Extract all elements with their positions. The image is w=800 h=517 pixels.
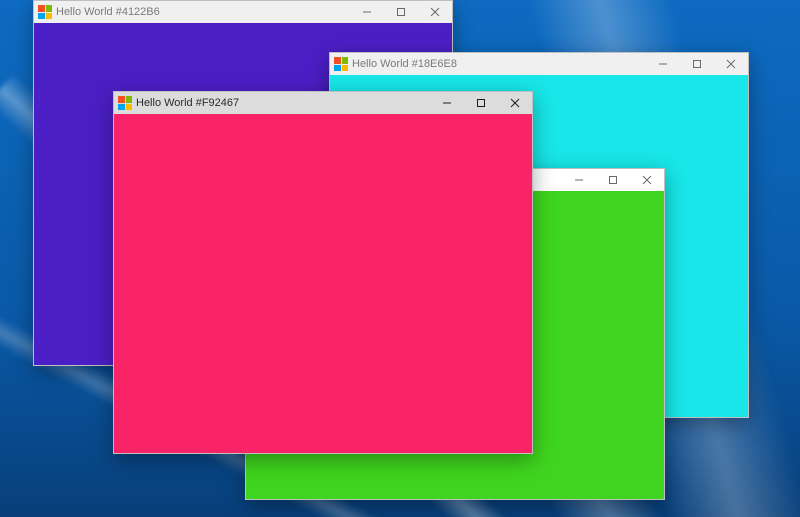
minimize-button[interactable]: [430, 92, 464, 114]
minimize-button[interactable]: [350, 1, 384, 23]
maximize-button[interactable]: [464, 92, 498, 114]
close-button[interactable]: [498, 92, 532, 114]
maximize-button[interactable]: [596, 169, 630, 191]
app-icon: [38, 5, 52, 19]
titlebar[interactable]: Hello World #F92467: [114, 92, 532, 114]
titlebar[interactable]: Hello World #4122B6: [34, 1, 452, 23]
minimize-button[interactable]: [646, 53, 680, 75]
titlebar[interactable]: Hello World #18E6E8: [330, 53, 748, 75]
maximize-button[interactable]: [680, 53, 714, 75]
minimize-button[interactable]: [562, 169, 596, 191]
maximize-button[interactable]: [384, 1, 418, 23]
app-icon: [118, 96, 132, 110]
close-button[interactable]: [418, 1, 452, 23]
app-window-pink[interactable]: Hello World #F92467: [113, 91, 533, 454]
app-icon: [334, 57, 348, 71]
desktop: Hello World #4122B6 Hello World #18E6E8: [0, 0, 800, 517]
window-title: Hello World #18E6E8: [352, 58, 457, 70]
window-client-area: [114, 114, 532, 453]
close-button[interactable]: [630, 169, 664, 191]
window-title: Hello World #4122B6: [56, 6, 160, 18]
window-title: Hello World #F92467: [136, 97, 239, 109]
close-button[interactable]: [714, 53, 748, 75]
